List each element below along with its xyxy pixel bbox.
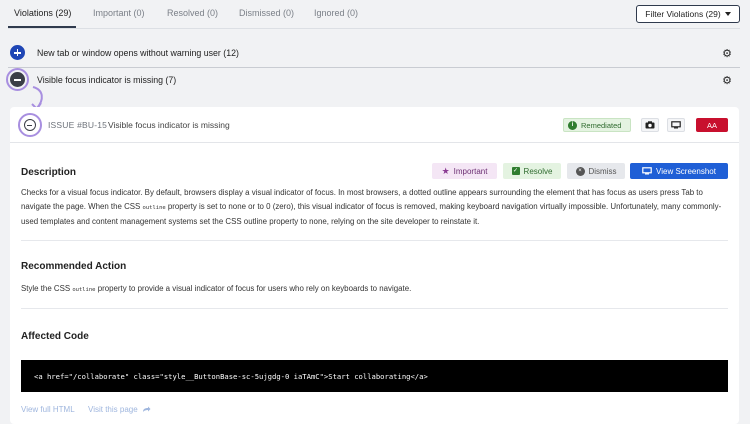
view-full-html-link[interactable]: View full HTML xyxy=(21,405,75,414)
dismiss-label: Dismiss xyxy=(588,166,617,176)
description-title: Description xyxy=(21,167,77,178)
status-badge: i Remediated xyxy=(563,118,631,132)
wcag-level-badge: AA xyxy=(696,118,728,132)
recommended-text: Style the CSS outline property to provid… xyxy=(21,284,412,293)
monitor-icon xyxy=(642,167,652,175)
tab-important[interactable]: Important (0) xyxy=(93,8,145,18)
chevron-down-icon xyxy=(724,12,731,16)
visit-page-link[interactable]: Visit this page xyxy=(88,405,151,414)
filter-violations-button[interactable]: Filter Violations (29) xyxy=(636,5,740,23)
violation-group-focus-indicator[interactable]: Visible focus indicator is missing (7) ⚙ xyxy=(8,67,740,93)
inline-code: outline xyxy=(72,287,96,293)
section-divider xyxy=(21,308,728,309)
issue-id: ISSUE #BU-15 xyxy=(48,120,108,130)
group-label: New tab or window opens without warning … xyxy=(37,48,239,58)
info-icon: i xyxy=(568,120,577,130)
section-divider xyxy=(21,240,728,241)
violation-group-new-tab[interactable]: New tab or window opens without warning … xyxy=(8,40,740,66)
status-label: Remediated xyxy=(581,120,622,130)
recommended-title: Recommended Action xyxy=(21,261,127,272)
tab-ignored[interactable]: Ignored (0) xyxy=(314,8,358,18)
tab-violations[interactable]: Violations (29) xyxy=(14,8,71,18)
description-text: Checks for a visual focus indicator. By … xyxy=(21,188,722,226)
view-screenshot-button[interactable]: View Screenshot xyxy=(630,163,728,179)
dismiss-button[interactable]: × Dismiss xyxy=(567,163,625,179)
group-label: Visible focus indicator is missing (7) xyxy=(37,75,177,85)
resolve-button[interactable]: ✓ Resolve xyxy=(503,163,561,179)
affected-code-title: Affected Code xyxy=(21,331,89,342)
inline-code: outline xyxy=(142,204,166,211)
focus-ring-highlight xyxy=(18,113,42,137)
affected-code-block: <a href="/collaborate" class="style__But… xyxy=(21,360,728,392)
camera-button[interactable] xyxy=(641,118,659,132)
gear-icon[interactable]: ⚙ xyxy=(722,74,732,87)
issue-header: ISSUE #BU-15 Visible focus indicator is … xyxy=(10,107,739,143)
star-icon: ★ xyxy=(441,165,450,176)
monitor-icon xyxy=(671,121,681,129)
resolve-label: Resolve xyxy=(523,166,553,176)
check-icon: ✓ xyxy=(511,167,520,175)
share-arrow-icon xyxy=(142,406,151,412)
focus-ring-highlight xyxy=(6,68,29,91)
gear-icon[interactable]: ⚙ xyxy=(722,47,732,60)
view-screenshot-label: View Screenshot xyxy=(656,166,716,176)
visit-page-label: Visit this page xyxy=(88,405,138,414)
important-button[interactable]: ★ Important xyxy=(432,163,497,179)
expand-plus-icon[interactable] xyxy=(10,45,25,60)
tab-resolved[interactable]: Resolved (0) xyxy=(167,8,218,18)
tab-divider xyxy=(8,28,740,29)
filter-violations-label: Filter Violations (29) xyxy=(645,9,721,19)
issue-card: ISSUE #BU-15 Visible focus indicator is … xyxy=(10,107,739,424)
desktop-button[interactable] xyxy=(667,118,685,132)
issue-title: Visible focus indicator is missing xyxy=(108,120,230,130)
tab-dismissed[interactable]: Dismissed (0) xyxy=(239,8,294,18)
camera-icon xyxy=(645,121,655,129)
important-label: Important xyxy=(453,166,488,176)
violation-tabs: Violations (29) Important (0) Resolved (… xyxy=(0,0,750,29)
close-icon: × xyxy=(575,166,585,176)
